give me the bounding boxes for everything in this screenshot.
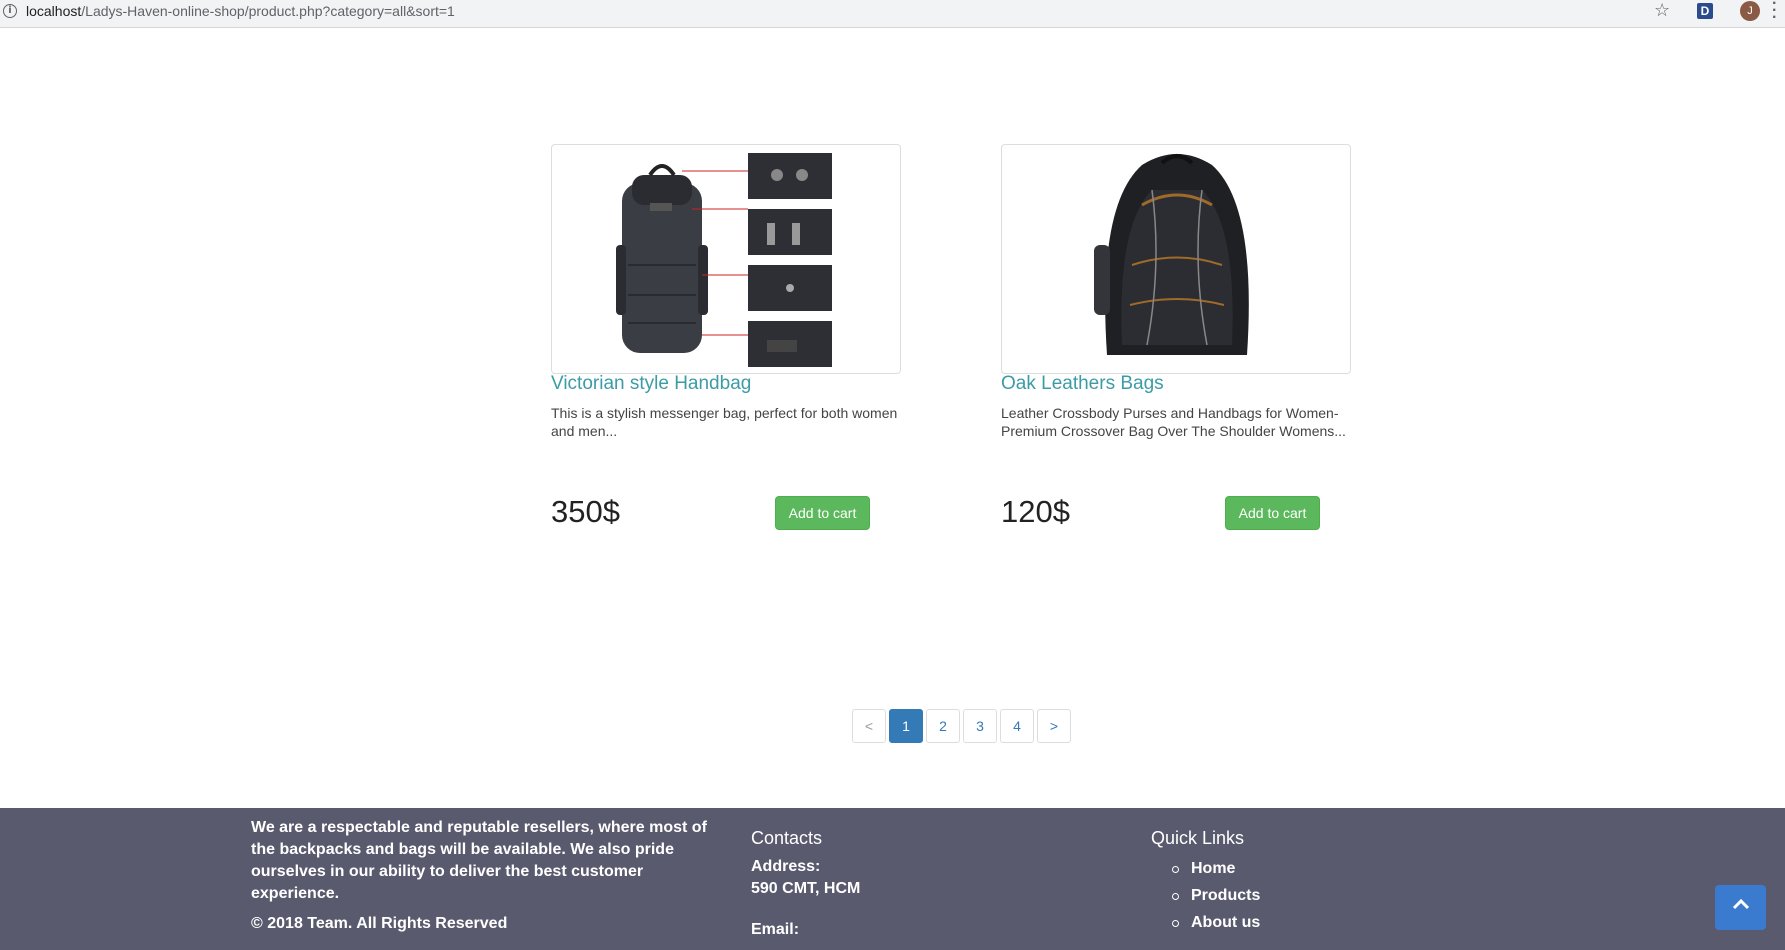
product-description: Leather Crossbody Purses and Handbags fo… xyxy=(1001,405,1346,439)
product-price: 350$ xyxy=(551,494,620,529)
black-backpack-image xyxy=(1094,154,1249,355)
copyright-icon: © xyxy=(251,915,263,932)
pagination-prev-button[interactable]: < xyxy=(852,709,886,743)
contacts-heading: Contacts xyxy=(751,828,823,848)
add-to-cart-button[interactable]: Add to cart xyxy=(775,496,870,530)
product-card: Oak Leathers Bags Leather Crossbody Purs… xyxy=(1001,144,1351,530)
quick-links-heading: Quick Links xyxy=(1151,828,1245,848)
email-label: Email: xyxy=(751,921,800,938)
bullet-icon xyxy=(1172,893,1179,900)
pagination-page-1[interactable]: 1 xyxy=(889,709,923,743)
quick-link-about[interactable]: About us xyxy=(1172,914,1260,941)
product-image-backpack-details[interactable] xyxy=(551,144,901,374)
bookmark-star-icon[interactable]: ☆ xyxy=(1654,0,1670,21)
product-title[interactable]: Oak Leathers Bags xyxy=(1001,373,1164,395)
extension-icon[interactable]: D xyxy=(1697,3,1713,19)
product-title[interactable]: Victorian style Handbag xyxy=(551,373,751,395)
pagination-page-2[interactable]: 2 xyxy=(926,709,960,743)
pagination-page-3[interactable]: 3 xyxy=(963,709,997,743)
pagination-page-4[interactable]: 4 xyxy=(1000,709,1034,743)
product-price: 120$ xyxy=(1001,494,1070,529)
address-value: 590 CMT, HCM xyxy=(751,880,861,897)
address-label: Address: xyxy=(751,858,821,875)
url-host: localhost xyxy=(26,3,82,19)
product-card: Victorian style Handbag This is a stylis… xyxy=(551,144,901,530)
product-image-black-backpack[interactable] xyxy=(1001,144,1351,374)
copyright-text: 2018 Team. All Rights Reserved xyxy=(267,915,508,932)
browser-address-bar: i localhost/Ladys-Haven-online-shop/prod… xyxy=(0,0,1785,28)
pagination-next-button[interactable]: > xyxy=(1037,709,1071,743)
footer-about-text: We are a respectable and reputable resel… xyxy=(251,819,707,902)
info-icon[interactable]: i xyxy=(3,4,17,18)
footer: We are a respectable and reputable resel… xyxy=(0,808,1785,950)
quick-link-home[interactable]: Home xyxy=(1172,860,1260,887)
profile-avatar[interactable]: J xyxy=(1740,1,1760,21)
bullet-icon xyxy=(1172,920,1179,927)
footer-copyright: © 2018 Team. All Rights Reserved xyxy=(251,915,507,933)
scroll-to-top-button[interactable] xyxy=(1715,885,1766,930)
bullet-icon xyxy=(1172,866,1179,873)
browser-menu-icon[interactable]: · · · xyxy=(1772,0,1780,26)
quick-links-list: Home Products About us xyxy=(1172,860,1260,941)
url-field[interactable]: localhost/Ladys-Haven-online-shop/produc… xyxy=(26,3,455,19)
backpack-details-image xyxy=(616,153,832,367)
quick-link-label: About us xyxy=(1191,914,1261,931)
url-path: /Ladys-Haven-online-shop/product.php?cat… xyxy=(81,3,455,19)
chevron-up-icon xyxy=(1732,898,1749,910)
product-description: This is a stylish messenger bag, perfect… xyxy=(551,405,898,439)
add-to-cart-button[interactable]: Add to cart xyxy=(1225,496,1320,530)
quick-link-label: Home xyxy=(1191,860,1236,877)
quick-link-label: Products xyxy=(1191,887,1261,904)
quick-link-products[interactable]: Products xyxy=(1172,887,1260,914)
